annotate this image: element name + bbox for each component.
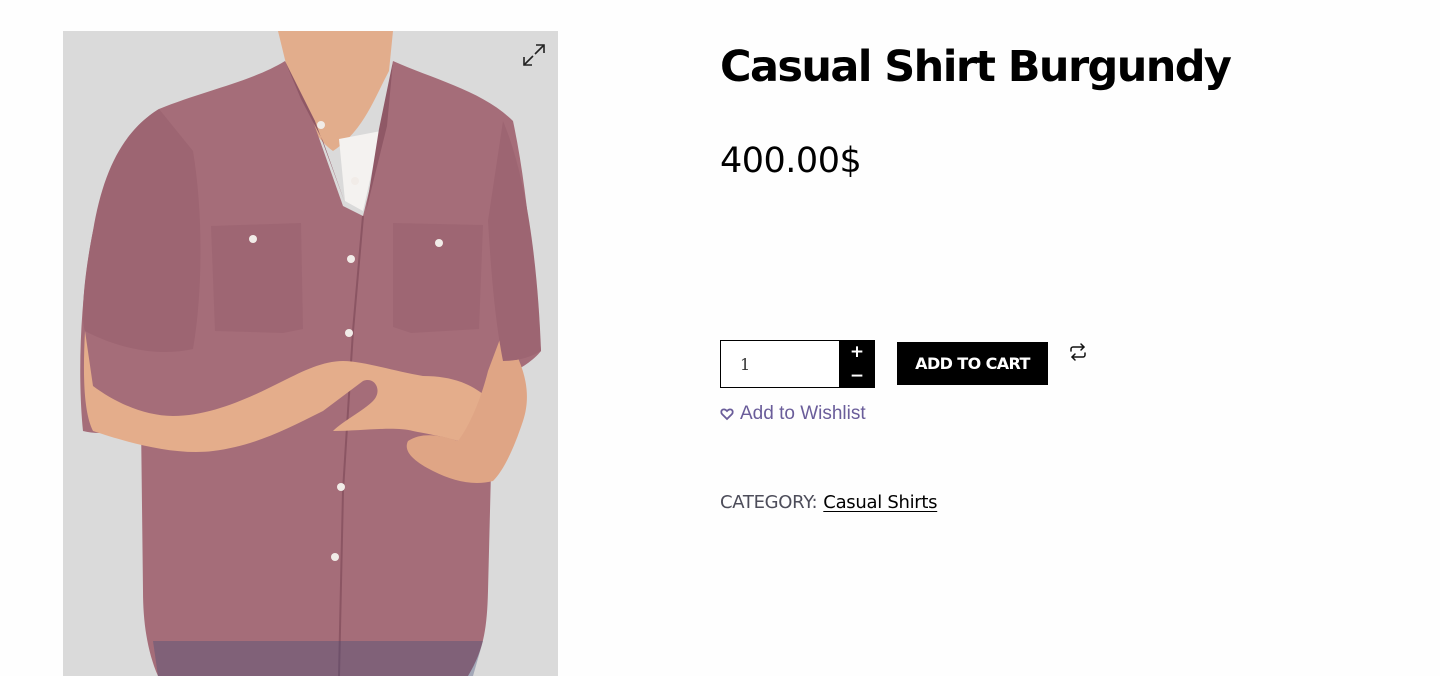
wishlist-label: Add to Wishlist <box>740 403 866 424</box>
category-link[interactable]: Casual Shirts <box>823 492 937 513</box>
product-title: Casual Shirt Burgundy <box>720 42 1232 92</box>
product-page: Casual Shirt Burgundy 400.00$ + − ADD TO… <box>0 0 1440 676</box>
product-photo[interactable] <box>63 31 558 676</box>
expand-icon[interactable] <box>520 41 548 69</box>
quantity-stepper: + − <box>720 340 875 388</box>
add-to-cart-button[interactable]: ADD TO CART <box>897 342 1048 385</box>
product-price: 400.00$ <box>720 141 862 181</box>
product-gallery <box>63 31 558 676</box>
compare-icon[interactable] <box>1068 342 1088 362</box>
quantity-increment-button[interactable]: + <box>839 340 875 364</box>
heart-icon <box>720 408 734 421</box>
quantity-decrement-button[interactable]: − <box>839 364 875 388</box>
quantity-step-buttons: + − <box>839 340 875 388</box>
add-to-wishlist-link[interactable]: Add to Wishlist <box>720 402 866 426</box>
product-meta: CATEGORY: Casual Shirts <box>720 490 938 516</box>
category-label: CATEGORY: <box>720 492 818 513</box>
